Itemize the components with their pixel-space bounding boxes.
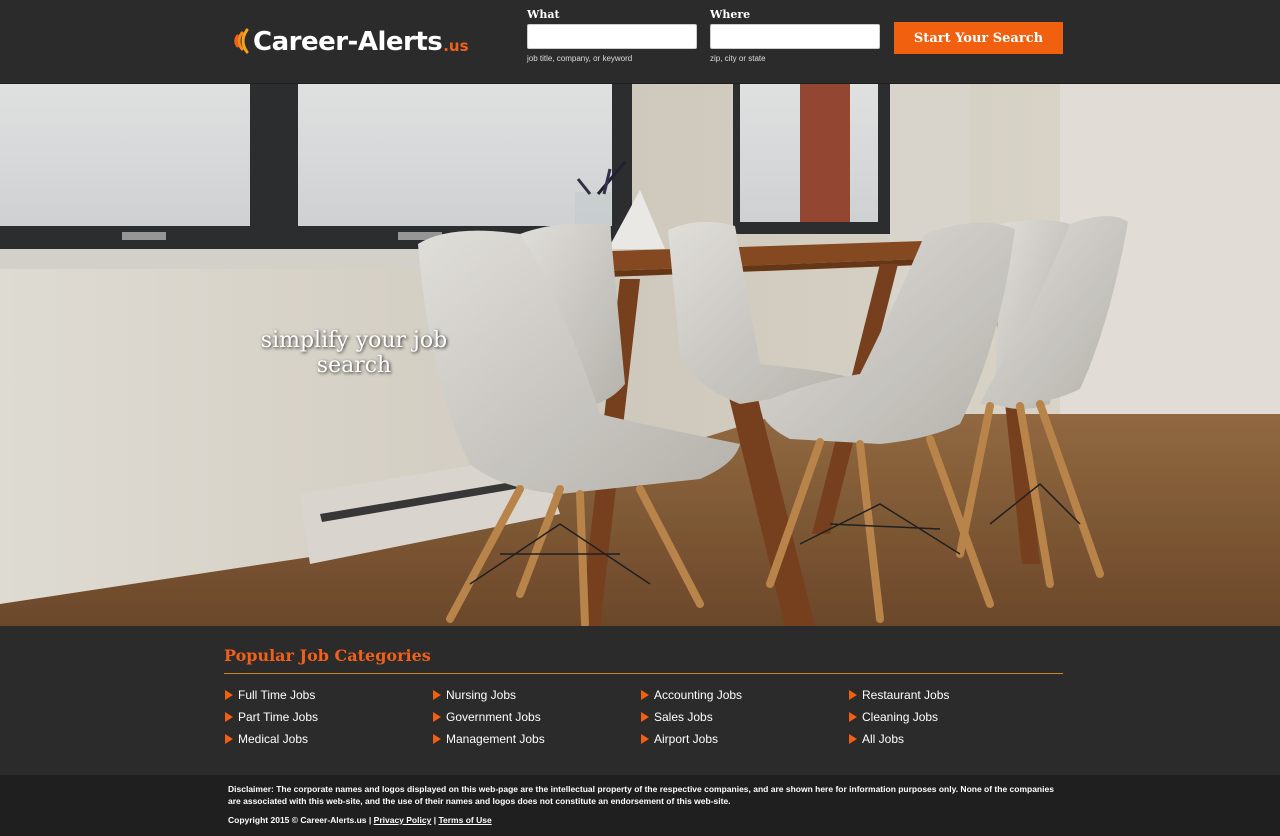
start-search-button[interactable]: Start Your Search xyxy=(894,22,1063,54)
what-hint: job title, company, or keyword xyxy=(527,54,633,63)
category-label: Accounting Jobs xyxy=(654,688,743,702)
category-label: Sales Jobs xyxy=(654,710,713,724)
category-link-all[interactable]: All Jobs xyxy=(848,732,1056,746)
triangle-right-icon xyxy=(849,712,857,722)
logo-tld: .us xyxy=(443,37,469,55)
site-logo[interactable]: Career-Alerts .us xyxy=(233,22,469,58)
category-link-accounting[interactable]: Accounting Jobs xyxy=(640,688,848,702)
category-label: Part Time Jobs xyxy=(238,710,319,724)
what-input[interactable] xyxy=(527,24,697,49)
category-link-management[interactable]: Management Jobs xyxy=(432,732,640,746)
triangle-right-icon xyxy=(225,734,233,744)
category-label: Nursing Jobs xyxy=(446,688,517,702)
where-input[interactable] xyxy=(710,24,880,49)
triangle-right-icon xyxy=(433,712,441,722)
copyright-text: Copyright 2015 © Career-Alerts.us | xyxy=(228,815,372,825)
disclaimer-text: Disclaimer: The corporate names and logo… xyxy=(228,784,1054,806)
category-link-full-time[interactable]: Full Time Jobs xyxy=(224,688,432,702)
category-link-government[interactable]: Government Jobs xyxy=(432,710,640,724)
category-label: Airport Jobs xyxy=(654,732,719,746)
triangle-right-icon xyxy=(849,734,857,744)
footer-separator: | xyxy=(433,815,437,825)
category-link-part-time[interactable]: Part Time Jobs xyxy=(224,710,432,724)
category-label: Government Jobs xyxy=(446,710,541,724)
signal-waves-icon xyxy=(234,28,249,54)
popular-categories-section: Popular Job Categories Full Time Jobs Nu… xyxy=(0,626,1280,775)
category-link-medical[interactable]: Medical Jobs xyxy=(224,732,432,746)
hero-photo xyxy=(0,84,1280,626)
category-label: Cleaning Jobs xyxy=(862,710,939,724)
categories-divider xyxy=(224,673,1063,674)
where-hint: zip, city or state xyxy=(710,54,766,63)
triangle-right-icon xyxy=(849,690,857,700)
category-link-airport[interactable]: Airport Jobs xyxy=(640,732,848,746)
triangle-right-icon xyxy=(433,690,441,700)
triangle-right-icon xyxy=(641,712,649,722)
category-link-sales[interactable]: Sales Jobs xyxy=(640,710,848,724)
triangle-right-icon xyxy=(433,734,441,744)
categories-grid: Full Time Jobs Nursing Jobs Accounting J… xyxy=(224,688,1064,746)
category-label: All Jobs xyxy=(862,732,905,746)
where-label: Where xyxy=(710,8,751,21)
logo-text: Career-Alerts xyxy=(253,27,443,57)
category-link-nursing[interactable]: Nursing Jobs xyxy=(432,688,640,702)
copyright-line: Copyright 2015 © Career-Alerts.us | Priv… xyxy=(228,815,492,825)
what-field-group: What job title, company, or keyword xyxy=(527,8,697,64)
triangle-right-icon xyxy=(641,734,649,744)
category-label: Full Time Jobs xyxy=(238,688,316,702)
privacy-policy-link[interactable]: Privacy Policy xyxy=(374,815,432,825)
category-label: Restaurant Jobs xyxy=(862,688,950,702)
category-link-restaurant[interactable]: Restaurant Jobs xyxy=(848,688,1056,702)
terms-of-use-link[interactable]: Terms of Use xyxy=(438,815,491,825)
triangle-right-icon xyxy=(225,712,233,722)
hero-banner: simplify your job search xyxy=(0,84,1280,626)
site-header: Career-Alerts .us What job title, compan… xyxy=(0,0,1280,84)
triangle-right-icon xyxy=(641,690,649,700)
triangle-right-icon xyxy=(225,690,233,700)
category-label: Medical Jobs xyxy=(238,732,309,746)
hero-tagline: simplify your job search xyxy=(260,328,448,378)
category-link-cleaning[interactable]: Cleaning Jobs xyxy=(848,710,1056,724)
where-field-group: Where zip, city or state xyxy=(710,8,880,64)
categories-title: Popular Job Categories xyxy=(224,646,431,665)
what-label: What xyxy=(527,8,560,21)
site-footer: Disclaimer: The corporate names and logo… xyxy=(0,775,1280,836)
category-label: Management Jobs xyxy=(446,732,545,746)
